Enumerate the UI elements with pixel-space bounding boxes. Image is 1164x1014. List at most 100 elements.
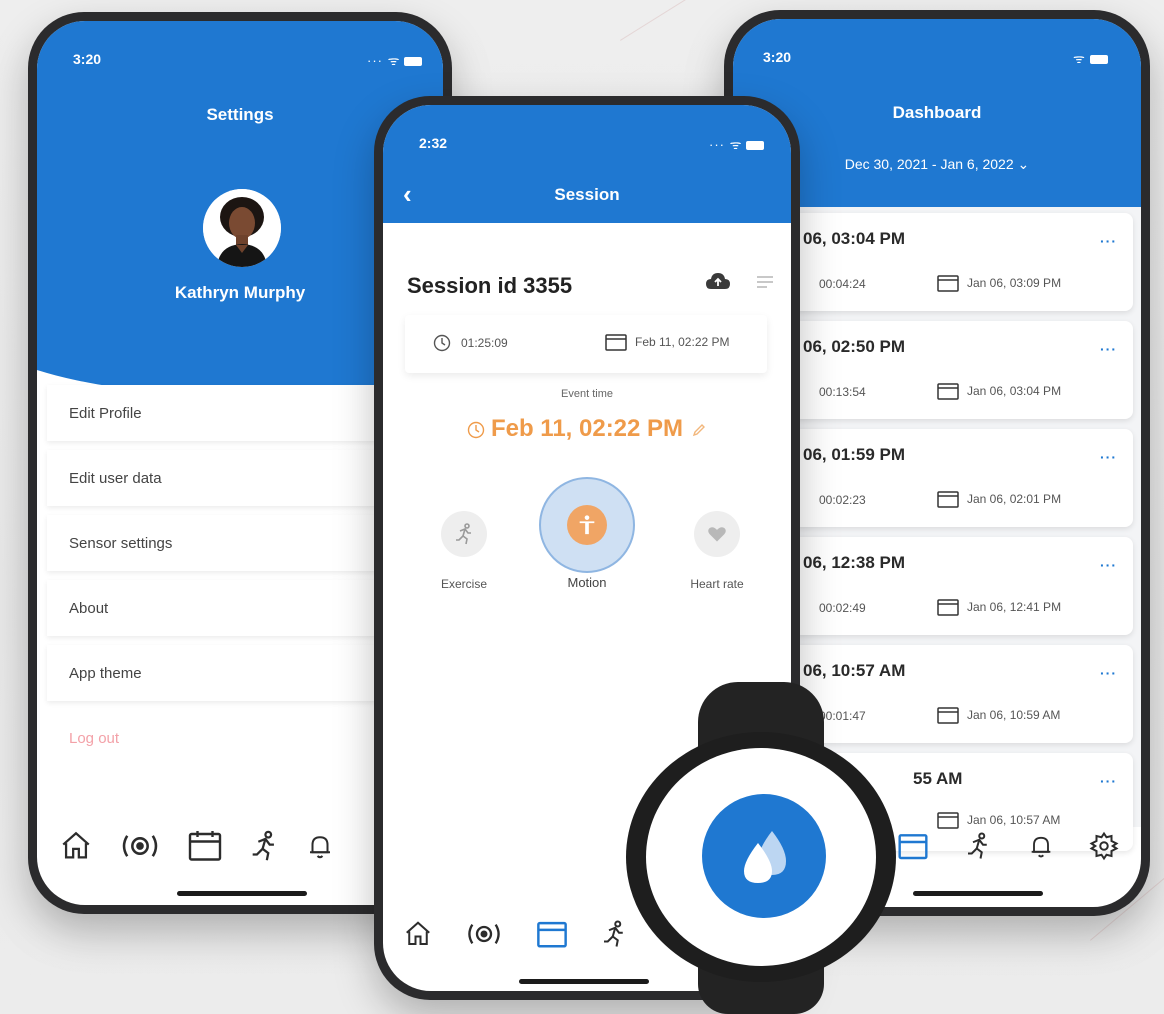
mode-label: Heart rate	[690, 577, 744, 591]
calendar-icon[interactable]	[187, 829, 223, 863]
session-date: Feb 11, 02:22 PM	[605, 333, 730, 351]
calendar-icon	[937, 383, 959, 400]
session-end: Jan 06, 03:09 PM	[937, 274, 1061, 292]
session-info: 01:25:09 Feb 11, 02:22 PM	[405, 315, 767, 373]
running-icon	[441, 511, 487, 557]
calendar-icon	[937, 275, 959, 292]
sensor-icon[interactable]	[117, 829, 163, 863]
session-end-time: Jan 06, 03:04 PM	[967, 384, 1062, 398]
session-duration: 00:13:54	[819, 385, 866, 399]
status-icons: ··· ᯤ	[709, 135, 765, 153]
motion-selector	[539, 477, 635, 573]
session-start: 06, 03:04 PM	[803, 229, 906, 248]
battery-icon	[746, 141, 765, 151]
menu-item-sensor-settings[interactable]: Sensor settings	[47, 515, 377, 571]
battery-icon	[404, 57, 423, 67]
event-time[interactable]: Feb 11, 02:22 PM	[383, 415, 791, 443]
more-icon[interactable]: ···	[1100, 557, 1117, 573]
edit-icon[interactable]	[691, 422, 707, 438]
menu-item-edit-user-data[interactable]: Edit user data	[47, 450, 377, 506]
session-duration: 00:02:23	[819, 493, 866, 507]
home-icon[interactable]	[403, 919, 433, 949]
session-end-time: Jan 06, 12:41 PM	[967, 600, 1062, 614]
session-end: Jan 06, 02:01 PM	[937, 490, 1061, 508]
avatar[interactable]	[203, 189, 281, 267]
running-icon[interactable]	[247, 829, 281, 863]
bell-icon[interactable]	[1027, 831, 1055, 861]
session-card[interactable]: 06, 02:50 PM ··· 00:13:54 Jan 06, 03:04 …	[793, 321, 1133, 419]
session-start: 06, 12:38 PM	[803, 553, 906, 572]
heart-icon	[694, 511, 740, 557]
water-drop-icon	[744, 831, 786, 883]
date-value: Feb 11, 02:22 PM	[635, 335, 730, 349]
more-icon[interactable]: ···	[1100, 341, 1117, 357]
running-icon[interactable]	[963, 831, 993, 861]
more-icon[interactable]: ···	[1100, 449, 1117, 465]
page-title: Session	[554, 185, 620, 204]
calendar-icon	[605, 334, 627, 351]
session-end-time: Jan 06, 10:59 AM	[967, 708, 1061, 722]
status-time: 3:20	[763, 49, 792, 65]
session-start: 06, 10:57 AM	[803, 661, 906, 680]
session-end: Jan 06, 03:04 PM	[937, 382, 1061, 400]
session-end: Jan 06, 10:57 AM	[937, 811, 1060, 829]
more-icon[interactable]: ···	[1100, 233, 1117, 249]
running-icon[interactable]	[599, 919, 629, 949]
mode-label: Exercise	[440, 577, 487, 591]
session-end-time: Jan 06, 02:01 PM	[967, 492, 1062, 506]
menu-item-app-theme[interactable]: App theme	[47, 645, 377, 701]
avatar-image	[203, 189, 281, 267]
session-end-time: Jan 06, 10:57 AM	[967, 813, 1061, 827]
calendar-icon[interactable]	[535, 919, 569, 949]
battery-icon	[1089, 55, 1108, 65]
session-duration: 00:04:24	[819, 277, 866, 291]
mode-label: Motion	[567, 575, 607, 590]
session-end: Jan 06, 10:59 AM	[937, 706, 1060, 724]
status-time: 3:20	[73, 51, 102, 67]
home-indicator	[913, 891, 1043, 896]
calendar-icon	[937, 491, 959, 508]
bottom-nav	[897, 831, 1127, 861]
session-card[interactable]: 06, 12:38 PM ··· 00:02:49 Jan 06, 12:41 …	[793, 537, 1133, 635]
list-icon[interactable]	[755, 275, 775, 294]
session-start: 55 AM	[913, 769, 963, 788]
home-icon[interactable]	[59, 829, 93, 863]
session-end: Jan 06, 12:41 PM	[937, 598, 1061, 616]
more-icon[interactable]: ···	[1100, 665, 1117, 681]
logout-button[interactable]: Log out	[47, 710, 377, 766]
event-time-value: Feb 11, 02:22 PM	[490, 415, 684, 442]
event-time-label: Event time	[561, 388, 613, 400]
settings-menu: Edit Profile Edit user data Sensor setti…	[47, 385, 377, 775]
mode-exercise[interactable]: Exercise	[421, 511, 507, 591]
bell-icon[interactable]	[305, 829, 335, 863]
person-icon	[567, 505, 607, 545]
menu-item-about[interactable]: About	[47, 580, 377, 636]
session-start: 06, 02:50 PM	[803, 337, 906, 356]
session-duration: 00:02:49	[819, 601, 866, 615]
bottom-nav	[59, 829, 379, 863]
session-start: 06, 01:59 PM	[803, 445, 906, 464]
calendar-icon[interactable]	[897, 831, 929, 861]
session-duration: 01:25:09	[433, 334, 508, 352]
session-card[interactable]: 06, 01:59 PM ··· 00:02:23 Jan 06, 02:01 …	[793, 429, 1133, 527]
page-title: Dashboard	[892, 103, 982, 122]
calendar-icon	[937, 707, 959, 724]
mode-motion[interactable]: Motion	[535, 477, 639, 590]
session-end-time: Jan 06, 03:09 PM	[967, 276, 1062, 290]
clock-icon	[433, 334, 451, 352]
home-indicator	[177, 891, 307, 896]
calendar-icon	[937, 812, 959, 829]
sensor-icon[interactable]	[463, 919, 505, 949]
more-icon[interactable]: ···	[1100, 773, 1117, 789]
water-drop-button[interactable]	[702, 794, 826, 918]
mode-heart-rate[interactable]: Heart rate	[667, 511, 767, 591]
session-header	[383, 105, 791, 223]
session-id: Session id 3355	[407, 273, 573, 298]
duration-value: 01:25:09	[461, 336, 508, 350]
menu-item-edit-profile[interactable]: Edit Profile	[47, 385, 377, 441]
gear-icon[interactable]	[1089, 831, 1119, 861]
cloud-upload-icon[interactable]	[705, 271, 731, 296]
smartwatch	[626, 682, 896, 1014]
bottom-nav	[403, 919, 643, 949]
session-card[interactable]: 06, 03:04 PM ··· 00:04:24 Jan 06, 03:09 …	[793, 213, 1133, 311]
